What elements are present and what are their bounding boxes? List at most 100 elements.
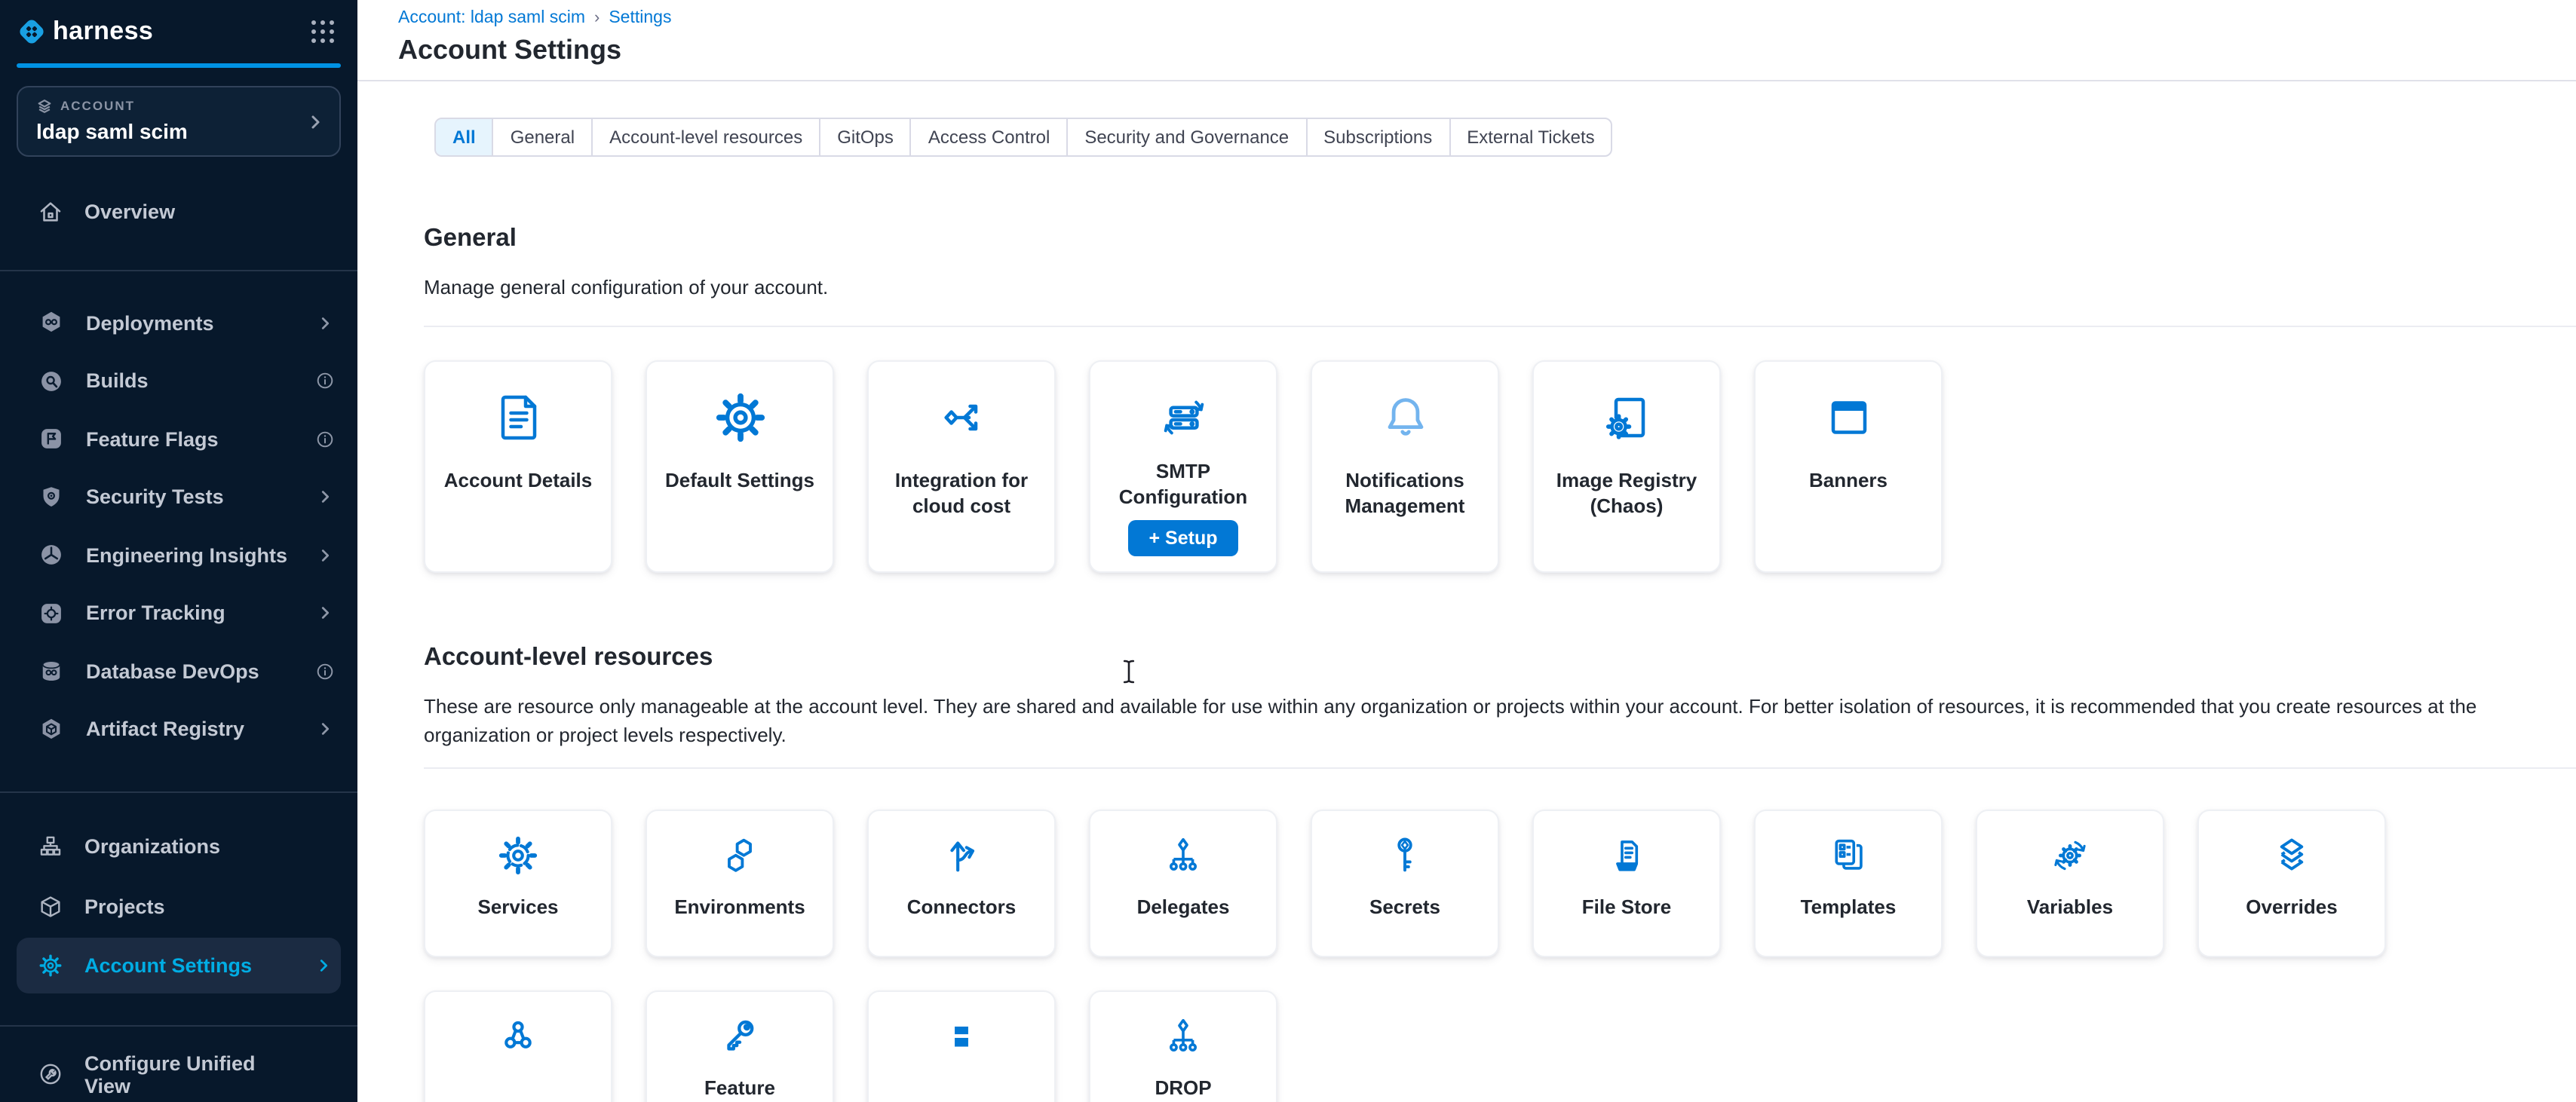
chain-links-icon	[496, 1014, 540, 1058]
sidebar-item-label: Engineering Insights	[86, 543, 293, 566]
document-icon	[491, 390, 545, 445]
card-secrets[interactable]: Secrets	[1311, 810, 1499, 957]
tree-icon	[1161, 1014, 1205, 1058]
sidebar-item-builds[interactable]: Builds	[0, 352, 357, 410]
settings-tab-bar: All General Account-level resources GitO…	[434, 118, 1613, 157]
projects-icon	[38, 895, 63, 920]
image-registry-icon	[1599, 390, 1654, 445]
card-drop[interactable]: DROP	[1089, 990, 1277, 1102]
integration-icon	[934, 390, 989, 445]
module-grid-icon[interactable]	[309, 18, 336, 45]
gear-icon	[713, 390, 767, 445]
card-integration-cloud-cost[interactable]: Integration for cloud cost	[867, 360, 1056, 573]
breadcrumb-separator: ›	[594, 9, 600, 27]
tab-gitops[interactable]: GitOps	[820, 119, 912, 155]
info-icon[interactable]	[315, 429, 335, 448]
feature-flags-icon	[38, 425, 65, 452]
section-title-general: General	[424, 225, 2576, 253]
smtp-server-icon	[1156, 390, 1210, 445]
chevron-right-icon	[306, 112, 324, 130]
card-variables[interactable]: Variables	[1976, 810, 2164, 957]
sidebar-item-deployments[interactable]: Deployments	[0, 294, 357, 352]
delegates-tree-icon	[1161, 833, 1205, 877]
card-connectors[interactable]: Connectors	[867, 810, 1056, 957]
sidebar-divider	[0, 791, 357, 793]
section-divider	[424, 767, 2576, 769]
tab-external-tickets[interactable]: External Tickets	[1450, 119, 1611, 155]
harness-logo[interactable]: harness	[18, 17, 309, 47]
card-chain-links[interactable]	[424, 990, 612, 1102]
card-label: Connectors	[895, 894, 1028, 920]
tab-all[interactable]: All	[436, 119, 494, 155]
deployments-icon	[38, 309, 65, 336]
tab-general[interactable]: General	[494, 119, 593, 155]
smtp-setup-button[interactable]: + Setup	[1128, 520, 1239, 556]
sidebar-item-organizations[interactable]: Organizations	[0, 817, 357, 877]
security-tests-icon	[38, 483, 65, 510]
variables-icon	[2048, 833, 2092, 877]
bell-icon	[1378, 390, 1432, 445]
sidebar-item-label: Error Tracking	[86, 602, 293, 624]
info-icon[interactable]	[315, 661, 335, 681]
app-window: harness ACCOUNT ldap saml scim	[0, 0, 2576, 1102]
account-scope-selector[interactable]: ACCOUNT ldap saml scim	[17, 85, 341, 156]
error-tracking-icon	[38, 599, 65, 626]
breadcrumb-settings-link[interactable]: Settings	[609, 9, 671, 27]
account-level-resource-cards: Services Environments Connectors	[424, 810, 2576, 957]
sidebar-accent-rule	[17, 63, 341, 68]
sidebar-item-artifact-registry[interactable]: Artifact Registry	[0, 700, 357, 758]
card-feature[interactable]: Feature	[646, 990, 834, 1102]
sidebar-item-feature-flags[interactable]: Feature Flags	[0, 410, 357, 468]
card-delegates[interactable]: Delegates	[1089, 810, 1277, 957]
card-label: Banners	[1797, 467, 1900, 493]
sidebar-divider	[0, 1025, 357, 1027]
sidebar-item-label: Account Settings	[84, 954, 291, 977]
card-account-details[interactable]: Account Details	[424, 360, 612, 573]
sidebar-item-label: Security Tests	[86, 485, 293, 508]
card-templates[interactable]: Templates	[1754, 810, 1943, 957]
tab-access-control[interactable]: Access Control	[912, 119, 1068, 155]
engineering-insights-icon	[38, 541, 65, 568]
sidebar-item-configure-unified-view[interactable]: Configure Unified View	[0, 1048, 357, 1102]
card-label: Image Registry (Chaos)	[1534, 467, 1719, 519]
chevron-right-icon	[317, 605, 333, 621]
chevron-right-icon	[317, 721, 333, 737]
card-banners[interactable]: Banners	[1754, 360, 1943, 573]
organizations-icon	[38, 834, 63, 860]
chevron-right-icon	[315, 957, 332, 974]
configure-icon	[38, 1062, 63, 1088]
sidebar-item-projects[interactable]: Projects	[0, 877, 357, 938]
section-desc-general: Manage general configuration of your acc…	[424, 273, 2576, 302]
sidebar: harness ACCOUNT ldap saml scim	[0, 0, 357, 1102]
sidebar-item-overview[interactable]: Overview	[0, 186, 357, 237]
database-devops-icon	[38, 657, 65, 684]
overrides-layers-icon	[2270, 833, 2314, 877]
card-environments[interactable]: Environments	[646, 810, 834, 957]
card-overrides[interactable]: Overrides	[2197, 810, 2386, 957]
card-image-registry-chaos[interactable]: Image Registry (Chaos)	[1532, 360, 1721, 573]
sidebar-item-label: Configure Unified View	[84, 1052, 293, 1097]
card-file-store[interactable]: File Store	[1532, 810, 1721, 957]
card-services[interactable]: Services	[424, 810, 612, 957]
card-default-settings[interactable]: Default Settings	[646, 360, 834, 573]
sidebar-item-engineering-insights[interactable]: Engineering Insights	[0, 526, 357, 584]
main-panel: Account: ldap saml scim › Settings Accou…	[357, 0, 2576, 1102]
breadcrumb-account-link[interactable]: Account: ldap saml scim	[398, 9, 585, 27]
card-label: Templates	[1789, 894, 1909, 920]
sidebar-item-error-tracking[interactable]: Error Tracking	[0, 584, 357, 642]
settings-content: General Manage general configuration of …	[357, 225, 2576, 1102]
tab-subscriptions[interactable]: Subscriptions	[1307, 119, 1450, 155]
tab-security-and-governance[interactable]: Security and Governance	[1068, 119, 1307, 155]
environments-icon	[718, 833, 762, 877]
card-notifications-management[interactable]: Notifications Management	[1311, 360, 1499, 573]
card-label: Integration for cloud cost	[869, 467, 1054, 519]
info-icon[interactable]	[315, 371, 335, 390]
sidebar-item-security-tests[interactable]: Security Tests	[0, 468, 357, 526]
sidebar-item-account-settings[interactable]: Account Settings	[17, 938, 341, 993]
tab-account-level-resources[interactable]: Account-level resources	[593, 119, 820, 155]
card-label: Secrets	[1357, 894, 1452, 920]
sidebar-item-database-devops[interactable]: Database DevOps	[0, 642, 357, 700]
card-smtp-configuration[interactable]: SMTP Configuration + Setup	[1089, 360, 1277, 573]
card-fme-bars[interactable]	[867, 990, 1056, 1102]
card-label: File Store	[1570, 894, 1684, 920]
